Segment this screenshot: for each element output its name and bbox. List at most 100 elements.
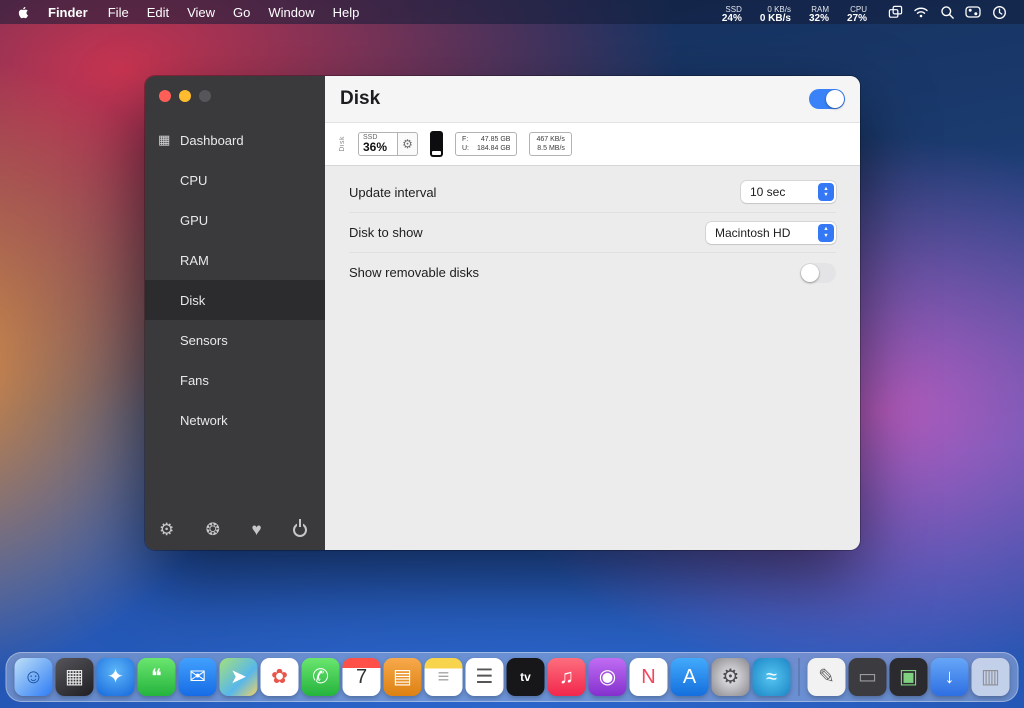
menu-bar: Finder File Edit View Go Window Help SSD 24% 0 … bbox=[0, 0, 1024, 24]
finder-icon: ☺ bbox=[23, 666, 44, 688]
dock-minimized-document[interactable]: ✎ bbox=[807, 658, 846, 696]
show-removable-toggle[interactable] bbox=[800, 262, 836, 283]
menu-view[interactable]: View bbox=[178, 5, 224, 20]
widget-settings-gear-icon[interactable]: ⚙ bbox=[398, 131, 418, 157]
sidebar-footer: ⚙ ❂ ♥ bbox=[145, 521, 325, 538]
dock-minimized-window-2[interactable]: ▣ bbox=[889, 658, 928, 696]
menu-edit[interactable]: Edit bbox=[138, 5, 178, 20]
menu-go[interactable]: Go bbox=[224, 5, 259, 20]
stats-settings-window: ▦ Dashboard CPU GPU RAM Disk Sensors Fans Networ… bbox=[145, 76, 860, 550]
search-icon[interactable] bbox=[934, 5, 960, 20]
podcasts-icon: ◉ bbox=[598, 666, 617, 688]
app-menu-finder[interactable]: Finder bbox=[39, 5, 97, 20]
sidebar-item-cpu[interactable]: CPU bbox=[145, 160, 325, 200]
status-value: 24% bbox=[721, 12, 742, 24]
bug-icon[interactable]: ❂ bbox=[206, 521, 220, 538]
tv-icon: tv bbox=[520, 670, 531, 684]
status-item-1[interactable]: 0 KB/s 0 KB/s bbox=[760, 5, 791, 25]
sidebar-item-label: Disk bbox=[180, 292, 206, 308]
disk-usage-widget[interactable]: F: 47.85 GB U: 184.84 GB bbox=[455, 131, 518, 157]
window-content: Disk Disk SSD 36% ⚙ F: 47.85 GB U: 184.8… bbox=[325, 76, 860, 550]
clock-icon[interactable] bbox=[986, 5, 1012, 20]
sidebar-item-ram[interactable]: RAM bbox=[145, 240, 325, 280]
disk-bar-widget[interactable] bbox=[430, 131, 443, 157]
percent-widget-value: 36% bbox=[363, 139, 388, 154]
sidebar-item-dashboard[interactable]: ▦ Dashboard bbox=[145, 120, 325, 160]
disk-module-toggle[interactable] bbox=[809, 89, 845, 109]
status-value: 32% bbox=[808, 12, 829, 24]
write-speed: 8.5 MB/s bbox=[537, 145, 565, 152]
content-header[interactable]: Disk bbox=[325, 76, 860, 122]
maps-icon: ➤ bbox=[230, 666, 247, 688]
messages-icon: ❝ bbox=[151, 666, 162, 688]
books-icon: ▤ bbox=[393, 666, 412, 688]
dock-reminders[interactable]: ☰ bbox=[465, 658, 504, 696]
dock-finder[interactable]: ☺ bbox=[14, 658, 53, 696]
disk-to-show-value: Macintosh HD bbox=[715, 225, 791, 240]
dock-app-store[interactable]: A bbox=[670, 658, 709, 696]
dock-minimized-window-1[interactable]: ▭ bbox=[848, 658, 887, 696]
status-item-3[interactable]: CPU 27% bbox=[846, 5, 867, 25]
apple-menu[interactable] bbox=[12, 5, 37, 20]
dock-mail[interactable]: ✉ bbox=[178, 658, 217, 696]
disk-to-show-select[interactable]: Macintosh HD ▲ ▼ bbox=[706, 221, 836, 244]
dock-books[interactable]: ▤ bbox=[383, 658, 422, 696]
stats-icon: ≈ bbox=[766, 666, 777, 688]
dock-news[interactable]: N bbox=[629, 658, 668, 696]
sidebar-item-label: Network bbox=[180, 412, 228, 428]
zoom-button[interactable] bbox=[199, 90, 211, 102]
sidebar-item-disk[interactable]: Disk bbox=[145, 280, 325, 320]
dock-facetime[interactable]: ✆ bbox=[301, 658, 340, 696]
read-speed: 467 KB/s bbox=[536, 135, 565, 143]
dock: ☺ ▦ ✦ ❝ ✉ ➤ ✿ ✆ 7 ▤ ≡ ☰ tv ♫ ◉ N A ⚙ ≈ ✎ ▭ ▣ ↓ ▥ bbox=[5, 652, 1019, 702]
menu-window[interactable]: Window bbox=[259, 5, 323, 20]
disk-to-show-label: Disk to show bbox=[349, 225, 423, 240]
settings-list: Update interval 10 sec ▲ ▼ Disk to show M… bbox=[325, 166, 860, 292]
disk-speed-widget[interactable]: 467 KB/s 8.5 MB/s bbox=[529, 131, 572, 157]
control-center-icon[interactable] bbox=[960, 5, 986, 19]
dock-notes[interactable]: ≡ bbox=[424, 658, 463, 696]
sidebar-item-label: Fans bbox=[180, 372, 209, 388]
dock-photos[interactable]: ✿ bbox=[260, 658, 299, 696]
close-button[interactable] bbox=[159, 90, 171, 102]
sidebar-item-label: GPU bbox=[180, 212, 209, 228]
update-interval-select[interactable]: 10 sec ▲ ▼ bbox=[741, 181, 836, 203]
dock-launchpad[interactable]: ▦ bbox=[55, 658, 94, 696]
power-icon[interactable] bbox=[293, 522, 307, 537]
photos-icon: ✿ bbox=[271, 666, 288, 688]
menu-help[interactable]: Help bbox=[324, 5, 369, 20]
status-item-0[interactable]: SSD 24% bbox=[721, 5, 742, 25]
dock-stats[interactable]: ≈ bbox=[752, 658, 791, 696]
sidebar-item-label: Sensors bbox=[180, 332, 228, 348]
status-item-2[interactable]: RAM 32% bbox=[808, 5, 829, 25]
dock-downloads[interactable]: ↓ bbox=[930, 658, 969, 696]
dock-tv[interactable]: tv bbox=[506, 658, 545, 696]
sidebar-item-gpu[interactable]: GPU bbox=[145, 200, 325, 240]
sidebar-item-sensors[interactable]: Sensors bbox=[145, 320, 325, 360]
toggle-knob bbox=[826, 90, 844, 108]
dock-music[interactable]: ♫ bbox=[547, 658, 586, 696]
settings-gear-icon[interactable]: ⚙ bbox=[159, 521, 174, 538]
dock-maps[interactable]: ➤ bbox=[219, 658, 258, 696]
downloads-icon: ↓ bbox=[944, 666, 955, 688]
percent-widget[interactable]: SSD 36% ⚙ bbox=[358, 131, 418, 157]
dock-trash[interactable]: ▥ bbox=[971, 658, 1010, 696]
disk-to-show-row: Disk to show Macintosh HD ▲ ▼ bbox=[349, 212, 836, 252]
menu-file[interactable]: File bbox=[99, 5, 138, 20]
dock-separator bbox=[798, 658, 800, 696]
dock-messages[interactable]: ❝ bbox=[137, 658, 176, 696]
donate-heart-icon[interactable]: ♥ bbox=[251, 521, 261, 538]
app-store-icon: A bbox=[682, 666, 697, 688]
windows-icon[interactable] bbox=[882, 5, 908, 20]
dock-podcasts[interactable]: ◉ bbox=[588, 658, 627, 696]
sidebar-item-network[interactable]: Network bbox=[145, 400, 325, 440]
status-value: 27% bbox=[846, 12, 867, 24]
sidebar-item-fans[interactable]: Fans bbox=[145, 360, 325, 400]
wifi-icon[interactable] bbox=[908, 5, 934, 19]
minimized-document-icon: ✎ bbox=[818, 666, 835, 688]
page-title: Disk bbox=[340, 88, 381, 109]
dock-safari[interactable]: ✦ bbox=[96, 658, 135, 696]
dock-system-preferences[interactable]: ⚙ bbox=[711, 658, 750, 696]
dock-calendar[interactable]: 7 bbox=[342, 658, 381, 696]
minimize-button[interactable] bbox=[179, 90, 191, 102]
